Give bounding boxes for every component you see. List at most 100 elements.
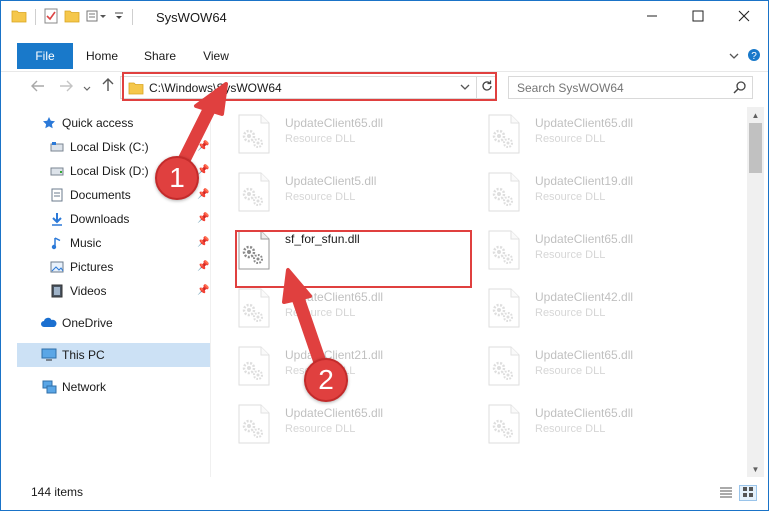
chevron-down-icon[interactable] bbox=[114, 10, 124, 24]
pin-icon[interactable]: 📌 bbox=[197, 189, 209, 200]
minimize-icon bbox=[646, 10, 658, 25]
sidebar-item-local-disk-c[interactable]: Local Disk (C:) 📌 bbox=[17, 135, 211, 159]
file-item[interactable]: UpdateClient65.dll Resource DLL bbox=[227, 109, 467, 165]
file-item[interactable]: UpdateClient65.dll Resource DLL bbox=[477, 399, 717, 455]
pin-icon[interactable]: 📌 bbox=[197, 213, 209, 224]
dll-file-icon bbox=[487, 288, 521, 328]
vertical-scrollbar[interactable]: ▲ ▼ bbox=[747, 107, 764, 477]
dll-file-icon bbox=[237, 346, 271, 386]
file-name: UpdateClient65.dll bbox=[535, 348, 634, 362]
sidebar-item-label: Documents bbox=[70, 188, 131, 202]
arrow-up-icon bbox=[102, 78, 114, 96]
file-name: UpdateClient65.dll bbox=[535, 232, 634, 246]
up-button[interactable] bbox=[99, 77, 117, 97]
folder-icon[interactable] bbox=[11, 9, 27, 26]
step-1-badge: 1 bbox=[155, 156, 199, 200]
sidebar-item-quick-access[interactable]: Quick access bbox=[17, 111, 211, 135]
file-item[interactable]: UpdateClient65.dll Resource DLL bbox=[227, 399, 467, 455]
expand-ribbon-button[interactable] bbox=[725, 47, 743, 65]
maximize-button[interactable] bbox=[675, 1, 721, 33]
close-button[interactable] bbox=[721, 1, 767, 33]
forward-button[interactable] bbox=[57, 77, 75, 97]
file-item[interactable]: UpdateClient65.dll Resource DLL bbox=[477, 109, 717, 165]
sidebar-item-label: Quick access bbox=[62, 116, 134, 130]
file-item[interactable]: UpdateClient19.dll Resource DLL bbox=[477, 167, 717, 223]
details-view-button[interactable] bbox=[717, 485, 735, 501]
sidebar-item-music[interactable]: Music 📌 bbox=[17, 231, 211, 255]
minimize-button[interactable] bbox=[629, 1, 675, 33]
close-icon bbox=[738, 10, 750, 25]
drive-icon bbox=[49, 139, 65, 155]
sidebar-item-label: Videos bbox=[70, 284, 107, 298]
search-input[interactable] bbox=[517, 80, 727, 96]
chevron-down-icon: ▼ bbox=[751, 464, 760, 474]
file-item[interactable]: UpdateClient65.dll Resource DLL bbox=[477, 341, 717, 397]
sidebar-item-pictures[interactable]: Pictures 📌 bbox=[17, 255, 211, 279]
help-button[interactable]: ? bbox=[745, 47, 763, 65]
file-highlight-box bbox=[235, 230, 472, 288]
back-button[interactable] bbox=[29, 77, 47, 97]
pin-icon[interactable]: 📌 bbox=[197, 285, 209, 296]
file-name: UpdateClient65.dll bbox=[535, 116, 634, 130]
file-type: Resource DLL bbox=[535, 191, 606, 203]
large-icons-view-button[interactable] bbox=[739, 485, 757, 501]
file-item[interactable]: UpdateClient65.dll Resource DLL bbox=[477, 225, 717, 281]
step-2-badge: 2 bbox=[304, 358, 348, 402]
star-icon bbox=[41, 115, 57, 131]
dll-file-icon bbox=[237, 114, 271, 154]
dll-file-icon bbox=[487, 114, 521, 154]
pin-icon[interactable]: 📌 bbox=[197, 141, 209, 152]
file-type: Resource DLL bbox=[285, 191, 356, 203]
music-icon bbox=[49, 235, 65, 251]
file-list: UpdateClient65.dll Resource DLL UpdateCli… bbox=[227, 107, 742, 477]
sidebar-item-label: OneDrive bbox=[62, 316, 113, 330]
file-item[interactable]: UpdateClient21.dllResource DLL bbox=[227, 341, 467, 397]
tab-file[interactable]: File bbox=[17, 43, 73, 69]
pane-divider[interactable] bbox=[210, 107, 211, 477]
toolbar-separator bbox=[132, 9, 133, 25]
sidebar-item-videos[interactable]: Videos 📌 bbox=[17, 279, 211, 303]
dll-file-icon bbox=[487, 230, 521, 270]
file-type: Resource DLL bbox=[535, 365, 606, 377]
network-icon bbox=[41, 379, 57, 395]
status-bar: 144 items bbox=[1, 479, 768, 510]
file-name: UpdateClient5.dll bbox=[285, 174, 377, 188]
tab-home[interactable]: Home bbox=[79, 43, 125, 69]
title-bar: SysWOW64 bbox=[1, 1, 768, 33]
new-folder-icon[interactable] bbox=[64, 9, 80, 26]
dll-file-icon bbox=[487, 172, 521, 212]
recent-locations-button[interactable] bbox=[81, 77, 93, 97]
sidebar-item-this-pc[interactable]: This PC bbox=[17, 343, 211, 367]
tab-share[interactable]: Share bbox=[139, 43, 181, 69]
pin-icon[interactable]: 📌 bbox=[197, 165, 209, 176]
pin-icon[interactable]: 📌 bbox=[197, 237, 209, 248]
sidebar-item-network[interactable]: Network bbox=[17, 375, 211, 399]
search-box[interactable] bbox=[508, 76, 753, 99]
scroll-down-button[interactable]: ▼ bbox=[747, 461, 764, 477]
scrollbar-thumb[interactable] bbox=[749, 123, 762, 173]
chevron-down-icon bbox=[729, 49, 739, 63]
file-type: Resource DLL bbox=[535, 249, 606, 261]
onedrive-icon bbox=[41, 315, 57, 331]
properties-icon[interactable] bbox=[44, 8, 58, 27]
file-type: Resource DLL bbox=[535, 133, 606, 145]
dll-file-icon bbox=[237, 172, 271, 212]
arrow-left-icon bbox=[31, 79, 45, 96]
pictures-icon bbox=[49, 259, 65, 275]
sidebar-item-label: Network bbox=[62, 380, 107, 394]
toolbar-separator bbox=[35, 9, 36, 25]
sidebar-item-downloads[interactable]: Downloads 📌 bbox=[17, 207, 211, 231]
file-item[interactable]: UpdateClient42.dll Resource DLL bbox=[477, 283, 717, 339]
dll-file-icon bbox=[237, 288, 271, 328]
sidebar-item-onedrive[interactable]: OneDrive bbox=[17, 311, 211, 335]
videos-icon bbox=[49, 283, 65, 299]
search-icon[interactable] bbox=[733, 80, 747, 97]
file-type: Resource DLL bbox=[535, 307, 606, 319]
pin-icon[interactable]: 📌 bbox=[197, 261, 209, 272]
tab-view[interactable]: View bbox=[195, 43, 237, 69]
file-item[interactable]: UpdateClient65.dll Resource DLL bbox=[227, 283, 467, 339]
file-item[interactable]: UpdateClient5.dll Resource DLL bbox=[227, 167, 467, 223]
file-type: Resource DLL bbox=[285, 307, 356, 319]
customize-toolbar-icon[interactable] bbox=[86, 9, 108, 26]
scroll-up-button[interactable]: ▲ bbox=[747, 107, 764, 123]
